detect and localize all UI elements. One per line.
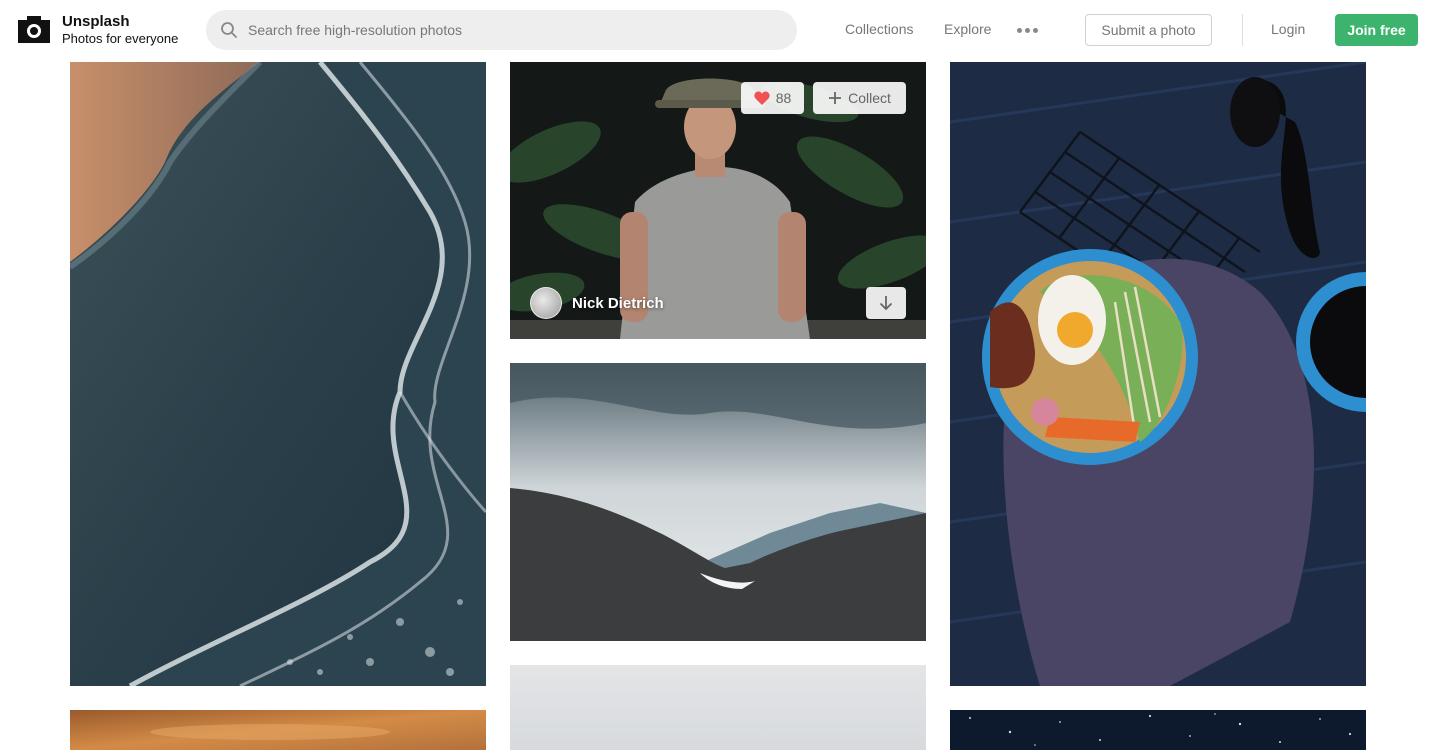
top-navbar: Unsplash Photos for everyone Collections… [0, 0, 1430, 62]
nav-divider [1242, 14, 1243, 46]
photo-ramen-bowl[interactable] [950, 62, 1366, 686]
nav-collections[interactable]: Collections [845, 21, 913, 37]
collect-label: Collect [848, 90, 891, 106]
avatar[interactable] [530, 287, 562, 319]
mountains-image [510, 363, 926, 641]
nav-explore[interactable]: Explore [944, 21, 991, 37]
camera-logo-icon[interactable] [17, 14, 51, 44]
more-icon[interactable] [1017, 28, 1039, 34]
photo-hazy-sky[interactable] [510, 665, 926, 750]
ramen-image [950, 62, 1366, 686]
brand-tagline: Photos for everyone [62, 31, 179, 46]
search-bar[interactable] [206, 10, 797, 50]
starry-sky-image [950, 710, 1366, 750]
like-count: 88 [775, 90, 792, 106]
photo-author[interactable]: Nick Dietrich [530, 287, 664, 319]
join-free-button[interactable]: Join free [1335, 14, 1418, 46]
photo-beach-aerial[interactable] [70, 62, 486, 686]
submit-photo-button[interactable]: Submit a photo [1085, 14, 1212, 46]
photo-misty-mountains[interactable] [510, 363, 926, 641]
login-link[interactable]: Login [1271, 21, 1305, 37]
beach-image [70, 62, 486, 686]
photo-sunset[interactable] [70, 710, 486, 750]
sunset-image [70, 710, 486, 750]
author-name[interactable]: Nick Dietrich [572, 295, 664, 312]
plus-icon [829, 92, 842, 104]
download-icon [879, 296, 893, 311]
hazy-sky-image [510, 665, 926, 750]
photo-starry-sky[interactable] [950, 710, 1366, 750]
search-input[interactable] [248, 10, 778, 50]
collect-button[interactable]: Collect [813, 82, 906, 114]
like-button[interactable]: 88 [741, 82, 804, 114]
heart-icon [754, 91, 770, 105]
photo-portrait-nick-dietrich[interactable]: 88 Collect Nick Dietrich [510, 62, 926, 339]
brand-name[interactable]: Unsplash [62, 13, 130, 30]
search-icon [221, 22, 237, 38]
download-button[interactable] [866, 287, 906, 319]
